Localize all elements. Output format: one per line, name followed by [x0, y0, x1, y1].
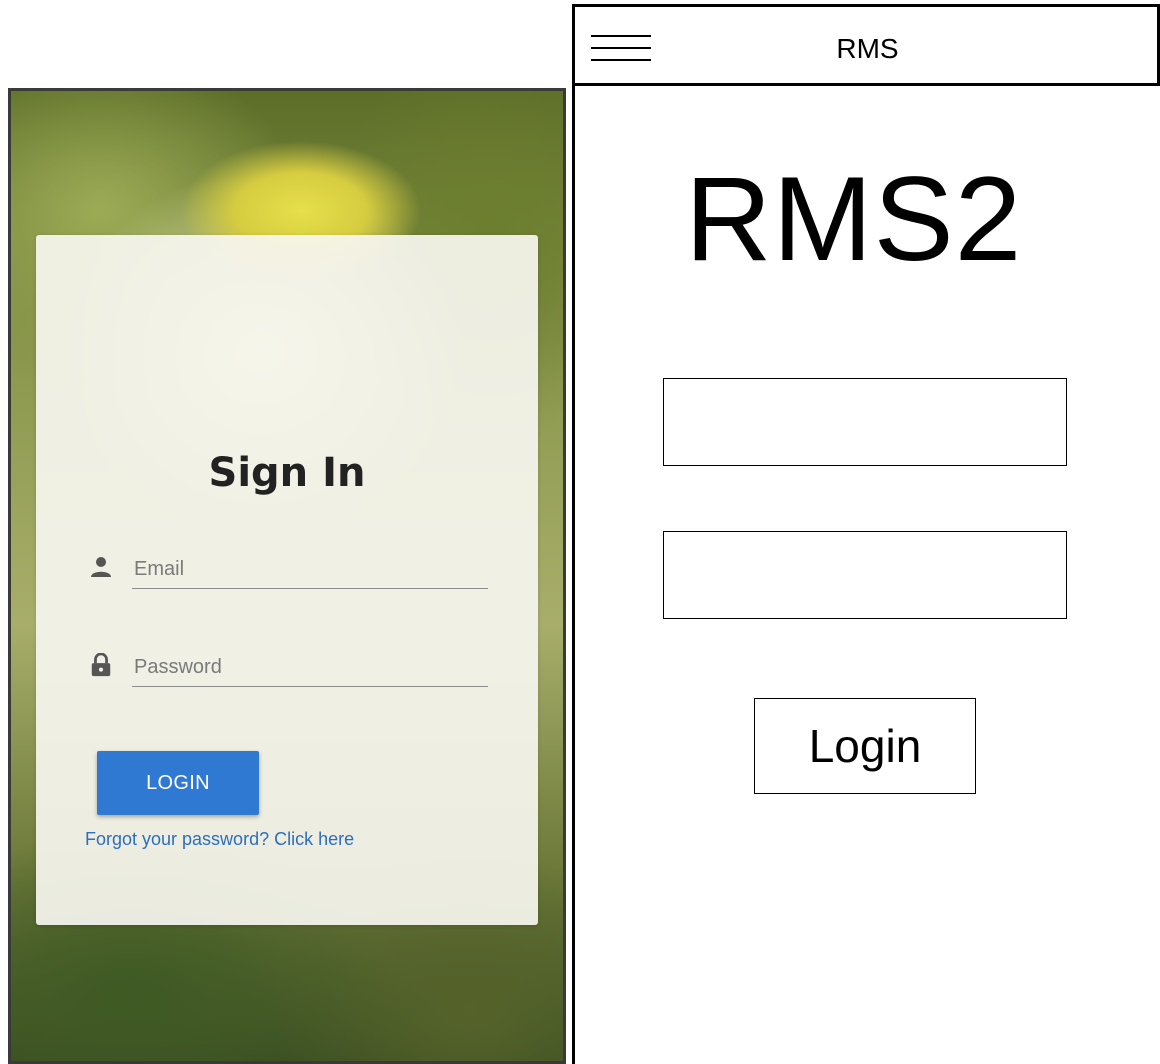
login-button[interactable]: LOGIN — [97, 751, 259, 815]
lock-icon — [91, 653, 111, 677]
password-input[interactable] — [663, 531, 1067, 619]
person-icon — [91, 557, 111, 577]
styled-login-screen: Sign In LOGIN Forgot your password? Clic… — [8, 88, 566, 1064]
sign-in-card: Sign In LOGIN Forgot your password? Clic… — [36, 235, 538, 925]
app-bar-title: RMS — [836, 33, 899, 64]
password-input[interactable] — [132, 643, 488, 687]
sign-in-title: Sign In — [208, 450, 366, 496]
email-input[interactable] — [132, 545, 488, 589]
login-button[interactable]: Login — [754, 698, 976, 794]
email-field-group — [84, 545, 494, 589]
password-field-group — [84, 643, 494, 687]
wireframe-login-screen: RMS RMS2 Login — [572, 4, 1160, 1064]
app-title: RMS2 — [685, 152, 1023, 286]
forgot-password-link[interactable]: Forgot your password? Click here — [85, 829, 354, 850]
top-app-bar: RMS — [575, 4, 1160, 86]
username-input[interactable] — [663, 378, 1067, 466]
